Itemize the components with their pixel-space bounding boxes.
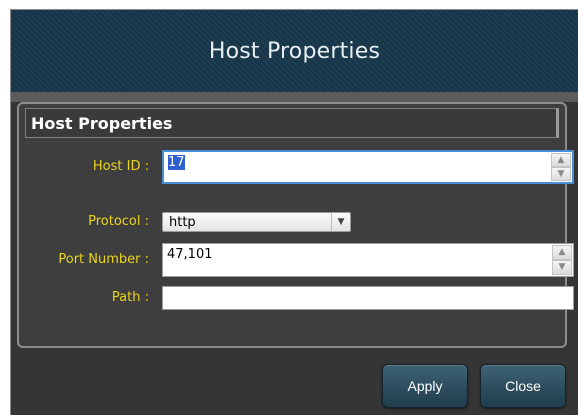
host-properties-group: Host Properties Host ID : 17 ▲ ▼ Protoco… bbox=[17, 102, 574, 348]
path-row: Path : bbox=[19, 286, 574, 310]
path-label: Path : bbox=[111, 290, 149, 305]
title-separator bbox=[11, 94, 578, 102]
apply-button[interactable]: Apply bbox=[382, 364, 468, 408]
window-title: Host Properties bbox=[208, 38, 381, 64]
protocol-row: Protocol : http ▼ bbox=[19, 212, 565, 232]
close-button[interactable]: Close bbox=[480, 364, 566, 408]
port-number-row: Port Number : 47,101 ▲ ▼ bbox=[19, 243, 574, 277]
protocol-select[interactable]: http ▼ bbox=[162, 212, 351, 232]
host-id-value: 17 bbox=[168, 155, 185, 170]
port-number-value: 47,101 bbox=[167, 247, 213, 262]
group-title: Host Properties bbox=[31, 113, 173, 133]
title-bar: Host Properties bbox=[11, 10, 578, 94]
group-header: Host Properties bbox=[25, 108, 559, 138]
port-number-spinner: ▲ ▼ bbox=[552, 245, 572, 275]
host-id-spin-down-button[interactable]: ▼ bbox=[551, 167, 571, 181]
protocol-selected-value: http bbox=[169, 215, 196, 230]
host-id-input[interactable]: 17 ▲ ▼ bbox=[162, 150, 574, 184]
port-number-spin-down-button[interactable]: ▼ bbox=[552, 260, 572, 275]
port-number-spin-up-button[interactable]: ▲ bbox=[552, 245, 572, 260]
host-id-spinner: ▲ ▼ bbox=[551, 153, 571, 181]
path-input[interactable] bbox=[162, 286, 574, 310]
host-properties-dialog: Host Properties Host Properties Host ID … bbox=[10, 9, 578, 415]
host-id-row: Host ID : 17 ▲ ▼ bbox=[19, 150, 574, 184]
port-number-input[interactable]: 47,101 ▲ ▼ bbox=[162, 243, 574, 277]
chevron-up-icon: ▲ bbox=[558, 247, 566, 257]
protocol-label: Protocol : bbox=[88, 214, 149, 229]
chevron-down-icon[interactable]: ▼ bbox=[331, 213, 350, 231]
host-id-label: Host ID : bbox=[92, 159, 149, 174]
chevron-down-icon: ▼ bbox=[557, 168, 565, 179]
port-number-label: Port Number : bbox=[58, 252, 149, 267]
dialog-footer: Apply Close bbox=[11, 350, 578, 415]
chevron-up-icon: ▲ bbox=[557, 154, 565, 165]
host-id-spin-up-button[interactable]: ▲ bbox=[551, 153, 571, 167]
chevron-down-icon: ▼ bbox=[558, 262, 566, 272]
